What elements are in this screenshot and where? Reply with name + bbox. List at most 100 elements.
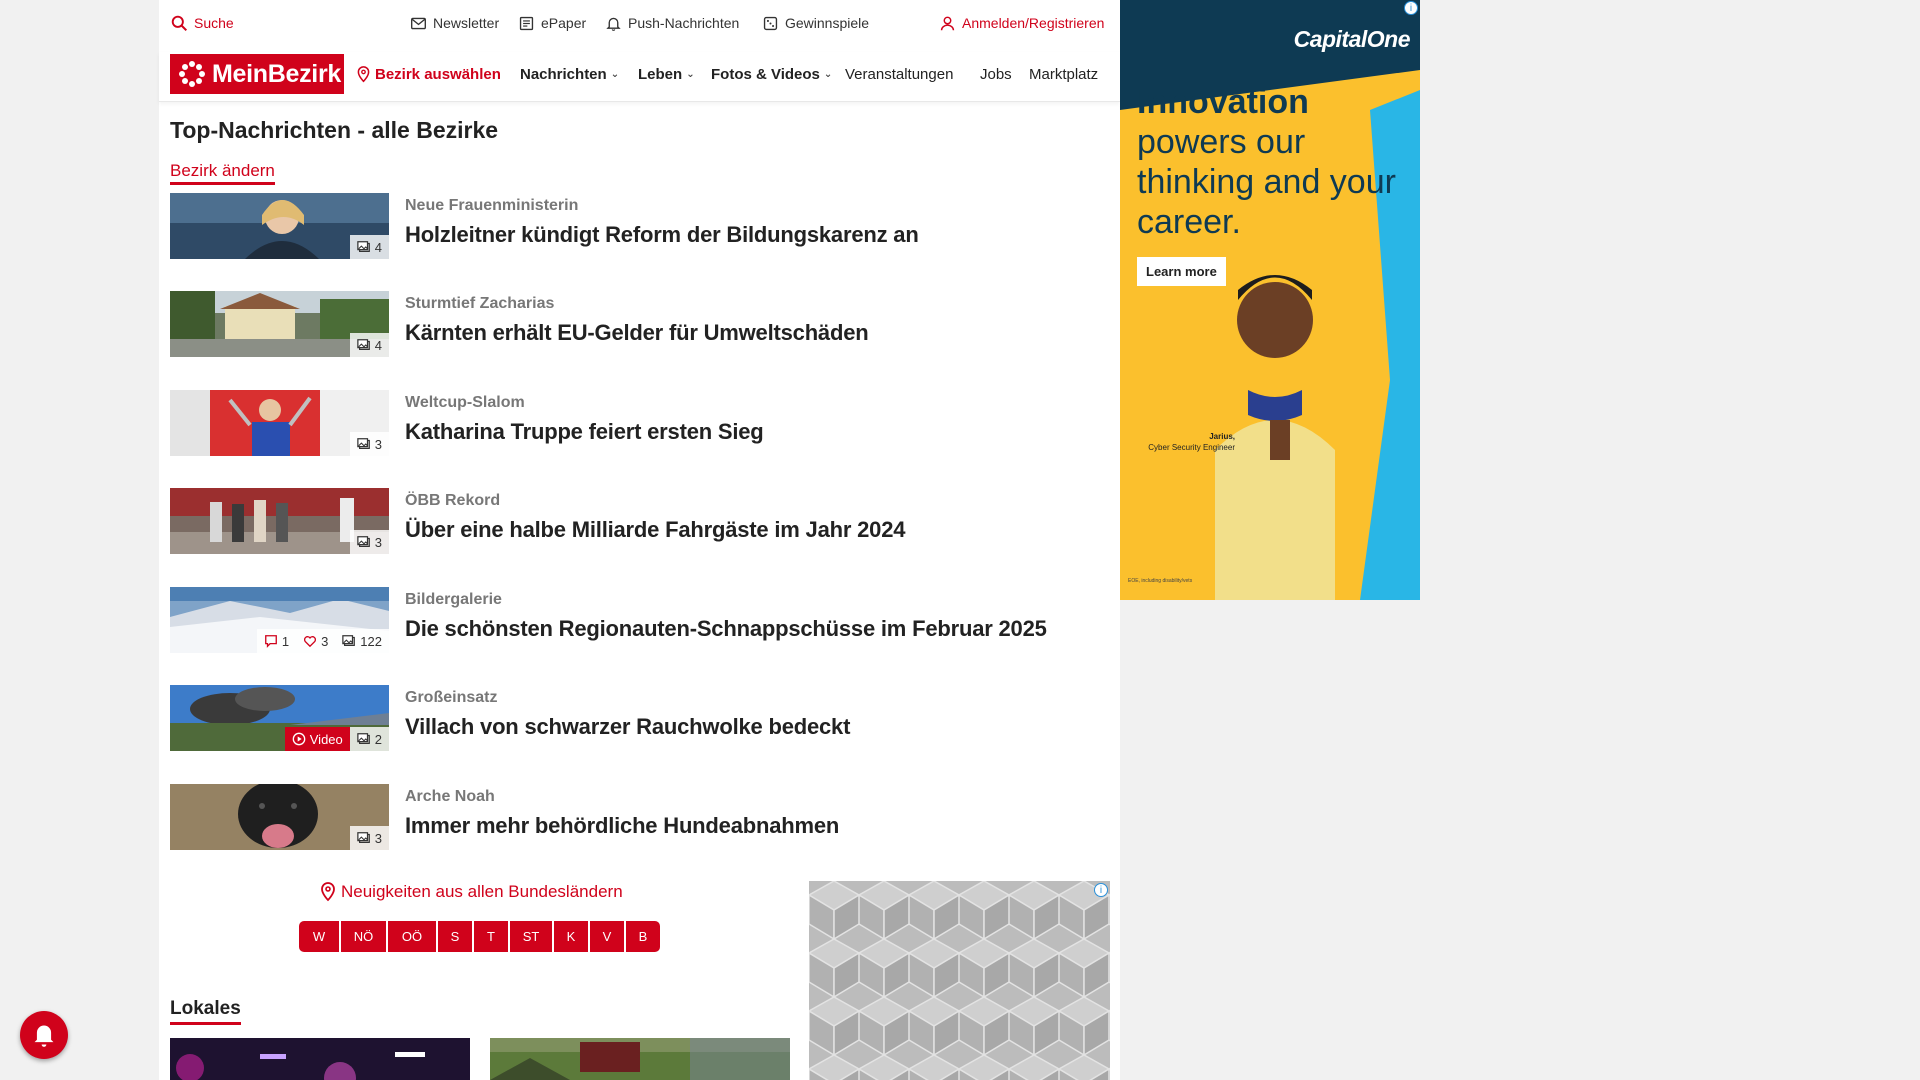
heart-icon [304,636,317,648]
chevron-down-icon: ⌄ [823,69,833,80]
ad-headline-rest: powers our thinking and your career. [1137,123,1396,241]
regions-title[interactable]: Neuigkeiten aus allen Bundesländern [320,882,623,902]
epaper-link[interactable]: ePaper [518,14,586,32]
article-item[interactable]: 3 ÖBB Rekord Über eine halbe Milliarde F… [170,488,1110,554]
region-button-ooe[interactable]: OÖ [388,921,436,952]
article-kicker: Bildergalerie [405,591,502,608]
ad-caption: Jarius, Cyber Security Engineer [1135,431,1235,453]
games-link[interactable]: Gewinnspiele [762,14,869,32]
ad-footnote: EOE, including disability/vets [1128,578,1193,584]
photo-count-value: 122 [360,633,382,649]
article-thumbnail: 3 [170,784,389,850]
photo-count: 4 [349,235,389,259]
photo-count: 122 [335,629,389,653]
comment-icon [264,635,277,648]
article-headline[interactable]: Kärnten erhält EU-Gelder für Umweltschäd… [405,320,869,346]
select-district-button[interactable]: Bezirk auswählen [356,66,501,83]
images-icon [342,635,356,646]
photo-count: 3 [349,432,389,456]
envelope-icon [411,17,426,29]
photo-count-value: 2 [374,731,382,747]
article-kicker: Arche Noah [405,788,495,805]
nav-item-veranstaltungen[interactable]: Veranstaltungen [845,66,953,83]
lokales-card[interactable] [490,1038,790,1080]
article-kicker: Neue Frauenministerin [405,197,579,214]
region-button-s[interactable]: S [438,921,472,952]
photo-count: 4 [349,333,389,357]
change-district-link[interactable]: Bezirk ändern [170,161,275,185]
ad-info-icon[interactable]: i [1404,1,1418,15]
notification-bell-button[interactable] [20,1011,68,1059]
nav-item-marktplatz[interactable]: Marktplatz [1029,66,1110,83]
photo-count: 3 [349,826,389,850]
region-button-b[interactable]: B [626,921,660,952]
photo-count-value: 3 [374,436,382,452]
article-thumbnail: 1 3 122 [170,587,389,653]
games-label: Gewinnspiele [785,15,870,31]
article-kicker: Weltcup-Slalom [405,394,525,411]
bell-icon [606,17,621,31]
ad-headline-bold: Innovation [1137,83,1309,121]
newsletter-link[interactable]: Newsletter [410,14,499,32]
article-headline[interactable]: Immer mehr behördliche Hundeabnahmen [405,813,839,839]
ad-learn-more-button[interactable]: Learn more [1137,257,1226,286]
region-button-t[interactable]: T [474,921,508,952]
thumbnail-meta: 4 [349,333,389,357]
nav-item-label: Veranstaltungen [845,66,954,83]
nav-item-jobs[interactable]: Jobs [980,66,1012,83]
region-button-v[interactable]: V [590,921,624,952]
article-item[interactable]: Video 2 Großeinsatz Villach von schwarze… [170,685,1110,751]
site-logo[interactable]: MeinBezirk [170,54,344,94]
photo-count-value: 4 [374,337,382,353]
article-item[interactable]: 3 Arche Noah Immer mehr behördliche Hund… [170,784,1110,850]
article-headline[interactable]: Über eine halbe Milliarde Fahrgäste im J… [405,517,905,543]
nav-item-nachrichten[interactable]: Nachrichten ⌄ [520,66,619,83]
nav-item-label: Leben [638,66,683,83]
logo-sun-icon [179,61,205,87]
ad-info-icon[interactable]: i [1094,883,1108,897]
article-headline[interactable]: Katharina Truppe feiert ersten Sieg [405,419,764,445]
article-headline[interactable]: Holzleitner kündigt Reform der Bildungsk… [405,222,919,248]
inline-ad[interactable]: i [809,881,1110,1080]
region-button-w[interactable]: W [299,921,339,952]
thumbnail-meta: 4 [349,235,389,259]
lokales-image [170,1038,470,1080]
lokales-heading: Lokales [170,998,241,1025]
nav-item-label: Jobs [980,66,1012,83]
thumbnail-meta: Video 2 [284,727,389,751]
nav-item-fotos-videos[interactable]: Fotos & Videos ⌄ [711,66,832,83]
article-headline[interactable]: Villach von schwarzer Rauchwolke bedeckt [405,714,850,740]
chevron-down-icon: ⌄ [610,69,620,80]
images-icon [357,241,370,252]
article-item[interactable]: 1 3 122 Bildergalerie Die schönsten Regi… [170,587,1110,653]
nav-item-label: Marktplatz [1029,66,1099,83]
search-label: Suche [194,15,234,31]
photo-count: 3 [349,530,389,554]
like-count: 3 [296,629,336,653]
page-content: Suche Newsletter ePaper Push-Nachrichten… [159,0,1120,1080]
article-item[interactable]: 4 Sturmtief Zacharias Kärnten erhält EU-… [170,291,1110,357]
sidebar-ad[interactable]: CapitalOne i Innovation powers our think… [1120,0,1420,600]
search-button[interactable]: Suche [171,14,234,32]
article-item[interactable]: 4 Neue Frauenministerin Holzleitner künd… [170,193,1110,259]
article-item[interactable]: 3 Weltcup-Slalom Katharina Truppe feiert… [170,390,1110,456]
nav-item-leben[interactable]: Leben ⌄ [638,66,695,83]
region-button-noe[interactable]: NÖ [341,921,386,952]
article-headline[interactable]: Die schönsten Regionauten-Schnappschüsse… [405,616,1047,642]
photo-count-value: 4 [374,239,382,255]
comment-count-value: 1 [281,633,290,649]
login-link[interactable]: Anmelden/Registrieren [939,14,1104,32]
lokales-card[interactable] [170,1038,470,1080]
logo-text: MeinBezirk [212,59,341,88]
region-button-st[interactable]: ST [510,921,552,952]
nav-item-label: Fotos & Videos [711,66,820,83]
region-button-k[interactable]: K [554,921,588,952]
nav-item-label: Nachrichten [520,66,607,83]
comment-count: 1 [256,629,297,653]
article-kicker: ÖBB Rekord [405,492,501,509]
images-icon [357,438,370,449]
images-icon [357,536,370,547]
dice-icon [763,16,778,30]
utility-bar: Suche Newsletter ePaper Push-Nachrichten… [159,0,1120,46]
push-notifications-link[interactable]: Push-Nachrichten [605,14,739,32]
